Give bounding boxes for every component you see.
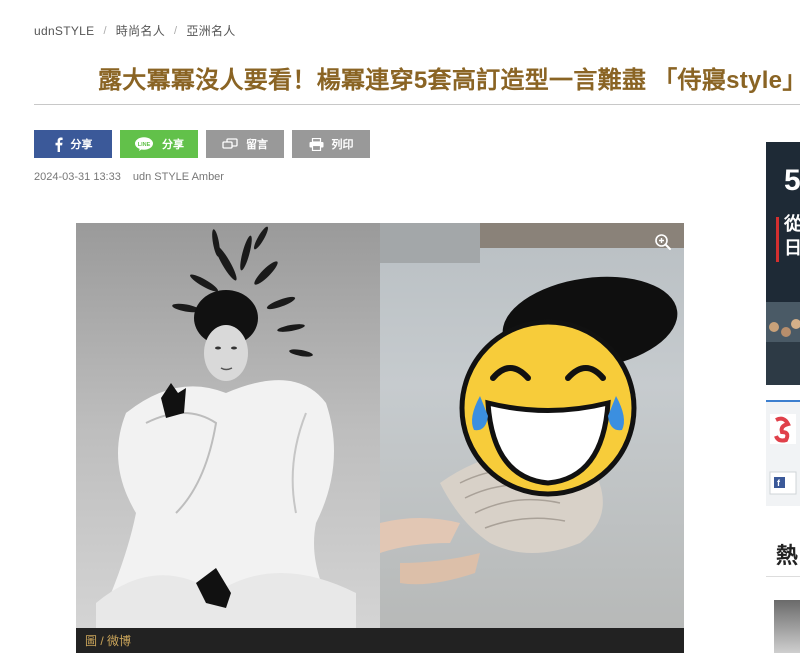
sidebar-divider — [766, 576, 800, 577]
article-image: 圖 / 微博 — [76, 223, 684, 653]
publish-date: 2024-03-31 13:33 — [34, 171, 121, 183]
article-title: 露大冪冪沒人要看！楊冪連穿5套高訂造型一言難盡 「侍寢style」 — [98, 67, 800, 94]
sidebar-ad-secondary[interactable]: f — [766, 400, 800, 506]
breadcrumb-separator: / — [174, 24, 178, 37]
author-name: udn STYLE Amber — [132, 171, 224, 183]
comment-icon — [222, 138, 238, 150]
title-divider — [34, 104, 800, 105]
laughing-crying-emoji — [459, 319, 637, 497]
line-share-label: 分享 — [162, 139, 184, 151]
line-badge-text: LINE — [138, 142, 151, 148]
photo-black-white-couture — [76, 223, 380, 628]
breadcrumb: udnSTYLE / 時尚名人 / 亞洲名人 — [34, 22, 236, 39]
breadcrumb-separator: / — [103, 24, 107, 37]
facebook-icon — [54, 137, 63, 152]
line-icon: LINE — [134, 137, 154, 151]
sidebar-ad-top-line-1: 從 — [783, 213, 800, 235]
facebook-share-button[interactable]: 分享 — [34, 130, 112, 158]
print-icon — [309, 137, 324, 151]
photo-blurred-pose — [380, 223, 684, 628]
share-toolbar: 分享 LINE 分享 留言 列印 — [34, 130, 370, 158]
comment-label: 留言 — [246, 139, 268, 151]
print-button[interactable]: 列印 — [292, 130, 370, 158]
zoom-in-icon[interactable] — [654, 233, 672, 256]
article-meta: 2024-03-31 13:33 udn STYLE Amber — [34, 171, 224, 183]
sidebar-ad-top-line-2: 日 — [784, 238, 800, 259]
line-share-button[interactable]: LINE 分享 — [120, 130, 198, 158]
sidebar-ad-top[interactable]: 5 從 日 — [766, 142, 800, 385]
image-caption: 圖 / 微博 — [76, 628, 684, 653]
breadcrumb-item-udnstyle[interactable]: udnSTYLE — [34, 24, 94, 38]
comment-button[interactable]: 留言 — [206, 130, 284, 158]
facebook-share-label: 分享 — [70, 139, 93, 151]
sidebar-hot-heading: 熱 — [776, 543, 799, 568]
breadcrumb-item-asian-celebrity[interactable]: 亞洲名人 — [186, 22, 235, 39]
breadcrumb-item-fashion-celebrity[interactable]: 時尚名人 — [116, 22, 165, 39]
sidebar-ad-top-numeral: 5 — [784, 164, 800, 197]
print-label: 列印 — [331, 139, 354, 151]
sidebar-hot-thumbnail[interactable] — [774, 600, 800, 653]
